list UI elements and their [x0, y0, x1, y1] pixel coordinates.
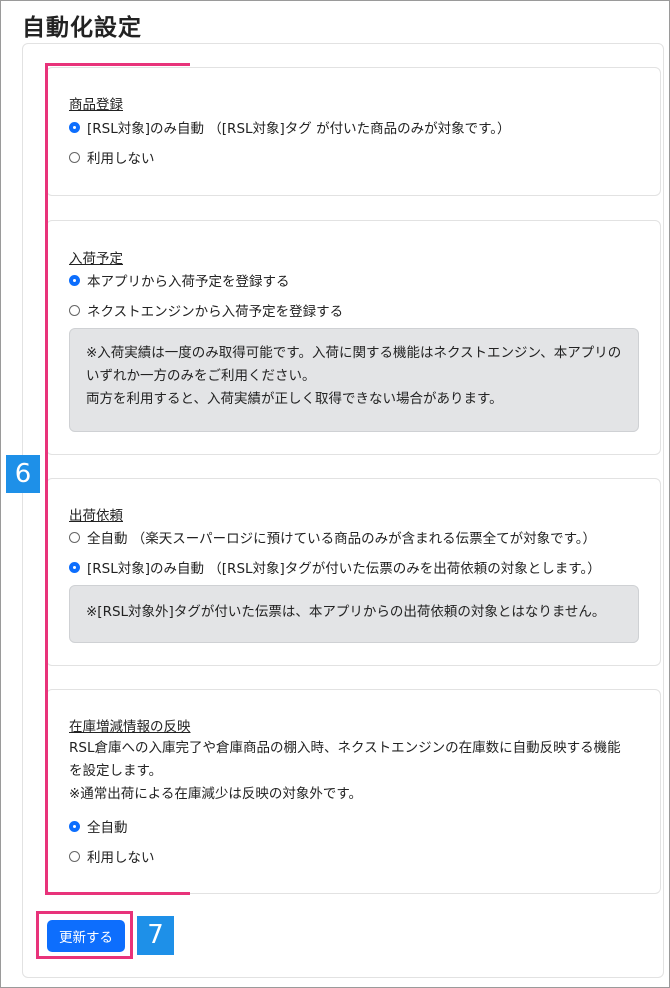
annotation-bracket [45, 63, 190, 895]
page-title: 自動化設定 [22, 15, 142, 41]
step-marker-6: 6 [6, 455, 40, 493]
step-marker-7: 7 [137, 916, 174, 955]
update-button-highlight: 更新する [36, 911, 133, 959]
update-button[interactable]: 更新する [47, 920, 125, 952]
